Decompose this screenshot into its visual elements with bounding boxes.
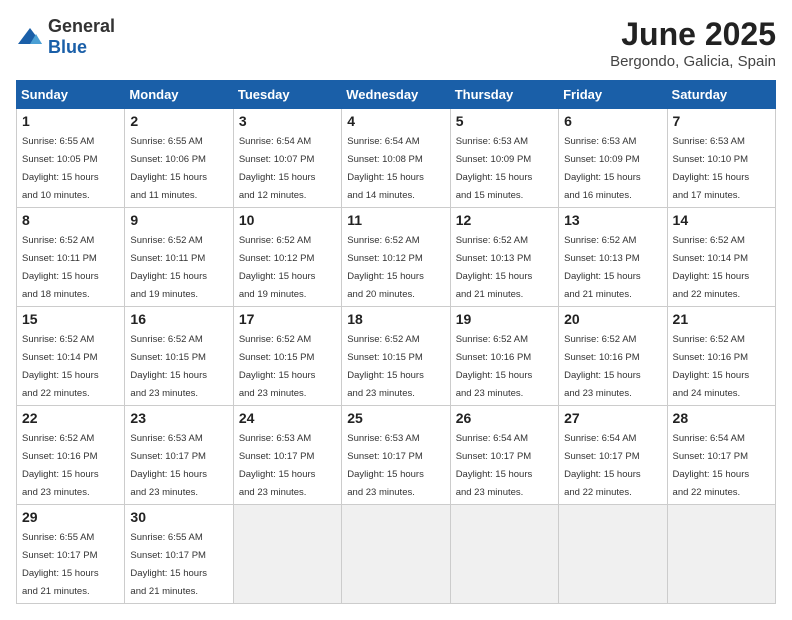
month-year-title: June 2025 [610, 16, 776, 53]
day-24: 24Sunrise: 6:53 AMSunset: 10:17 PMDaylig… [233, 406, 341, 505]
day-29: 29Sunrise: 6:55 AMSunset: 10:17 PMDaylig… [17, 505, 125, 604]
day-25: 25Sunrise: 6:53 AMSunset: 10:17 PMDaylig… [342, 406, 450, 505]
day-26: 26Sunrise: 6:54 AMSunset: 10:17 PMDaylig… [450, 406, 558, 505]
day-7: 7Sunrise: 6:53 AMSunset: 10:10 PMDayligh… [667, 109, 775, 208]
day-6: 6Sunrise: 6:53 AMSunset: 10:09 PMDayligh… [559, 109, 667, 208]
page-header: General Blue June 2025 Bergondo, Galicia… [16, 16, 776, 70]
day-27: 27Sunrise: 6:54 AMSunset: 10:17 PMDaylig… [559, 406, 667, 505]
header-wednesday: Wednesday [342, 81, 450, 109]
header-thursday: Thursday [450, 81, 558, 109]
day-8: 8Sunrise: 6:52 AMSunset: 10:11 PMDayligh… [17, 208, 125, 307]
day-15: 15Sunrise: 6:52 AMSunset: 10:14 PMDaylig… [17, 307, 125, 406]
logo: General Blue [16, 16, 115, 58]
day-16: 16Sunrise: 6:52 AMSunset: 10:15 PMDaylig… [125, 307, 233, 406]
day-3: 3Sunrise: 6:54 AMSunset: 10:07 PMDayligh… [233, 109, 341, 208]
logo-icon [16, 26, 44, 48]
logo-general: General [48, 16, 115, 36]
day-11: 11Sunrise: 6:52 AMSunset: 10:12 PMDaylig… [342, 208, 450, 307]
day-empty [233, 505, 341, 604]
day-18: 18Sunrise: 6:52 AMSunset: 10:15 PMDaylig… [342, 307, 450, 406]
day-12: 12Sunrise: 6:52 AMSunset: 10:13 PMDaylig… [450, 208, 558, 307]
day-1: 1Sunrise: 6:55 AMSunset: 10:05 PMDayligh… [17, 109, 125, 208]
day-9: 9Sunrise: 6:52 AMSunset: 10:11 PMDayligh… [125, 208, 233, 307]
day-10: 10Sunrise: 6:52 AMSunset: 10:12 PMDaylig… [233, 208, 341, 307]
day-14: 14Sunrise: 6:52 AMSunset: 10:14 PMDaylig… [667, 208, 775, 307]
day-empty [342, 505, 450, 604]
day-19: 19Sunrise: 6:52 AMSunset: 10:16 PMDaylig… [450, 307, 558, 406]
header-saturday: Saturday [667, 81, 775, 109]
location-subtitle: Bergondo, Galicia, Spain [610, 53, 776, 70]
day-22: 22Sunrise: 6:52 AMSunset: 10:16 PMDaylig… [17, 406, 125, 505]
day-28: 28Sunrise: 6:54 AMSunset: 10:17 PMDaylig… [667, 406, 775, 505]
calendar-week-1: 1Sunrise: 6:55 AMSunset: 10:05 PMDayligh… [17, 109, 776, 208]
logo-text: General Blue [48, 16, 115, 58]
header-row: Sunday Monday Tuesday Wednesday Thursday… [17, 81, 776, 109]
calendar-week-4: 22Sunrise: 6:52 AMSunset: 10:16 PMDaylig… [17, 406, 776, 505]
day-23: 23Sunrise: 6:53 AMSunset: 10:17 PMDaylig… [125, 406, 233, 505]
title-area: June 2025 Bergondo, Galicia, Spain [610, 16, 776, 70]
day-empty [450, 505, 558, 604]
day-empty [667, 505, 775, 604]
day-20: 20Sunrise: 6:52 AMSunset: 10:16 PMDaylig… [559, 307, 667, 406]
header-friday: Friday [559, 81, 667, 109]
day-2: 2Sunrise: 6:55 AMSunset: 10:06 PMDayligh… [125, 109, 233, 208]
day-5: 5Sunrise: 6:53 AMSunset: 10:09 PMDayligh… [450, 109, 558, 208]
day-21: 21Sunrise: 6:52 AMSunset: 10:16 PMDaylig… [667, 307, 775, 406]
day-4: 4Sunrise: 6:54 AMSunset: 10:08 PMDayligh… [342, 109, 450, 208]
calendar-week-3: 15Sunrise: 6:52 AMSunset: 10:14 PMDaylig… [17, 307, 776, 406]
calendar-week-2: 8Sunrise: 6:52 AMSunset: 10:11 PMDayligh… [17, 208, 776, 307]
header-sunday: Sunday [17, 81, 125, 109]
header-monday: Monday [125, 81, 233, 109]
calendar-week-5: 29Sunrise: 6:55 AMSunset: 10:17 PMDaylig… [17, 505, 776, 604]
calendar-table: Sunday Monday Tuesday Wednesday Thursday… [16, 80, 776, 604]
day-empty [559, 505, 667, 604]
header-tuesday: Tuesday [233, 81, 341, 109]
logo-blue: Blue [48, 37, 87, 57]
day-17: 17Sunrise: 6:52 AMSunset: 10:15 PMDaylig… [233, 307, 341, 406]
day-13: 13Sunrise: 6:52 AMSunset: 10:13 PMDaylig… [559, 208, 667, 307]
day-30: 30Sunrise: 6:55 AMSunset: 10:17 PMDaylig… [125, 505, 233, 604]
